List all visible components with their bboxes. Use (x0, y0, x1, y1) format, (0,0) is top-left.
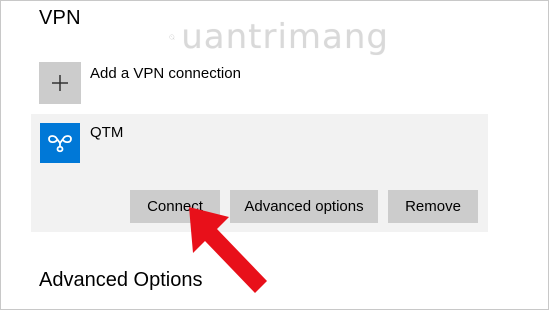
add-vpn-tile[interactable] (39, 62, 81, 104)
add-vpn-label[interactable]: Add a VPN connection (90, 65, 241, 82)
vpn-icon (48, 135, 72, 153)
red-arrow-annotation (189, 207, 267, 293)
settings-panel: VPN uantrimang Add a VPN connection QTM … (0, 0, 549, 310)
vpn-connection-name: QTM (90, 124, 124, 141)
vpn-connection-tile (40, 123, 80, 163)
plus-icon (52, 75, 68, 91)
add-vpn-connection[interactable]: Add a VPN connection (39, 62, 241, 104)
advanced-options-heading: Advanced Options (39, 269, 203, 291)
vpn-section-title: VPN (39, 7, 81, 29)
watermark: uantrimang (169, 9, 389, 65)
watermark-logo-icon (169, 34, 175, 40)
remove-button[interactable]: Remove (388, 190, 478, 223)
watermark-text: uantrimang (181, 17, 389, 57)
